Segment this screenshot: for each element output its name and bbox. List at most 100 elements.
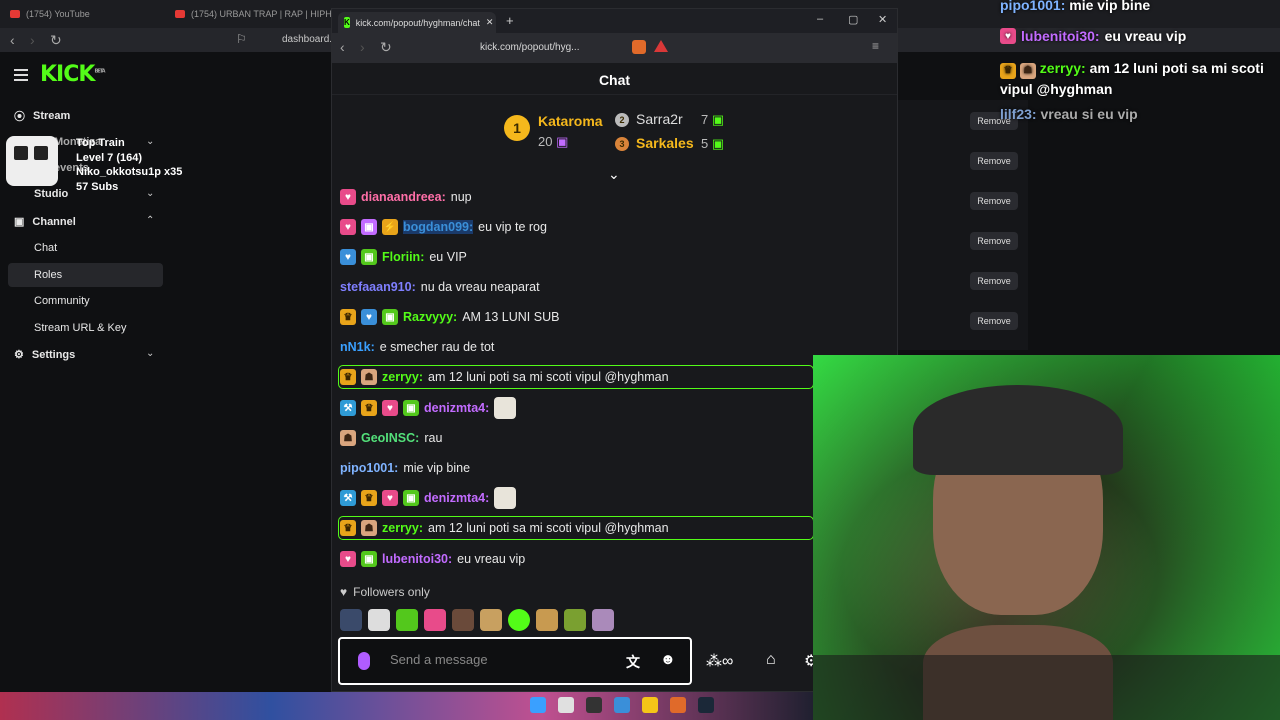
folder-icon[interactable] <box>642 697 658 713</box>
forward-icon[interactable]: › <box>30 32 35 48</box>
overlay-chat-line: lilf23: vreau si eu vip <box>1000 106 1138 122</box>
sidebar-item-studio[interactable]: Studio <box>34 188 68 200</box>
sidebar-item-stream-url-key[interactable]: Stream URL & Key <box>34 322 127 334</box>
emote-icon[interactable] <box>368 609 390 631</box>
minimize-icon[interactable]: – <box>817 13 823 25</box>
emote-icon[interactable] <box>424 609 446 631</box>
remove-button[interactable]: Remove <box>970 192 1018 210</box>
points-icon[interactable]: ⁂∞ <box>706 651 733 671</box>
youtube-tab-2[interactable]: (1754) URBAN TRAP | RAP | HIPH <box>175 4 332 24</box>
leaderboard-name[interactable]: Sarkales <box>636 135 694 151</box>
leaderboard-count: 7 ▣ <box>701 112 725 127</box>
menu-icon[interactable]: ≡ <box>872 39 879 53</box>
crown-badge-icon: ♛ <box>340 369 356 385</box>
brave-rewards-icon[interactable] <box>654 40 668 52</box>
crown-badge-icon: ♛ <box>361 490 377 506</box>
sub-badge-icon: ♥ <box>340 189 356 205</box>
collapse-leaderboard-icon[interactable]: ⌄ <box>608 166 620 183</box>
sub-badge-icon: ♥ <box>340 219 356 235</box>
forward-icon[interactable]: › <box>360 39 365 55</box>
message-input[interactable]: Send a message 文 ☻ <box>338 637 692 685</box>
brave-shield-icon[interactable] <box>632 40 646 54</box>
emote-icon[interactable] <box>452 609 474 631</box>
leaderboard-count: 5 ▣ <box>701 136 725 151</box>
chevron-up-icon[interactable]: ⌃ <box>146 215 154 226</box>
popout-url[interactable]: kick.com/popout/hyg... <box>480 42 580 53</box>
chat-message-highlighted: ♛ ☗ zerryy: am 12 luni poti sa mi scoti vip… <box>340 364 669 390</box>
bronze-medal-icon: 3 <box>615 137 629 151</box>
cat-emote-icon <box>494 487 517 509</box>
sidebar-item-settings[interactable]: ⚙ Settings <box>14 348 75 362</box>
background-url[interactable]: dashboard.k <box>282 34 337 45</box>
remove-button[interactable]: Remove <box>970 152 1018 170</box>
bookmark-icon[interactable]: ⚐ <box>236 32 247 46</box>
overlay-chat-line: ♛ ☗ zerryy: am 12 luni poti sa mi scoti … <box>1000 60 1264 97</box>
train-icon <box>6 136 58 186</box>
remove-button[interactable]: Remove <box>970 272 1018 290</box>
hamburger-icon[interactable] <box>14 66 28 84</box>
gift-badge-icon: ▣ <box>361 249 377 265</box>
gift-badge-icon: ▣ <box>382 309 398 325</box>
sidebar-item-channel[interactable]: ▣ Channel <box>14 215 76 229</box>
emote-icon[interactable] <box>480 609 502 631</box>
close-window-icon[interactable]: ✕ <box>878 13 887 26</box>
translate-icon[interactable]: 文 <box>626 652 640 672</box>
youtube-icon <box>175 10 185 18</box>
og-badge-icon: ☗ <box>361 520 377 536</box>
mic-icon[interactable] <box>358 652 370 670</box>
steam-icon[interactable] <box>698 697 714 713</box>
sub-badge-icon: ♥ <box>340 249 356 265</box>
taskbar-app-icon[interactable] <box>614 697 630 713</box>
leaderboard-name[interactable]: Sarra2r <box>636 111 683 127</box>
tab-title: (1754) URBAN TRAP | RAP | HIPH <box>191 9 332 19</box>
new-tab-icon[interactable]: + <box>506 13 514 28</box>
close-tab-icon[interactable]: ✕ <box>486 17 494 28</box>
popout-tab[interactable]: Kkick.com/popout/hyghman/chat ✕ <box>338 12 496 33</box>
back-icon[interactable]: ‹ <box>10 32 15 48</box>
emote-icon[interactable] <box>396 609 418 631</box>
sub-badge-icon: ♥ <box>382 490 398 506</box>
hype-train-title: Top Train <box>76 137 125 149</box>
reload-icon[interactable]: ↻ <box>380 39 392 56</box>
sidebar-item-chat[interactable]: Chat <box>34 242 57 254</box>
og-badge-icon: ☗ <box>340 430 356 446</box>
crown-badge-icon: ♛ <box>340 520 356 536</box>
taskbar-app-icon[interactable] <box>586 697 602 713</box>
stream-icon: ⦿ <box>14 111 25 123</box>
gift-badge-icon: ▣ <box>361 219 377 235</box>
leaderboard-name: Kataroma <box>538 113 603 129</box>
crown-badge-icon: ♛ <box>1000 63 1016 79</box>
emote-icon[interactable] <box>508 609 530 631</box>
store-icon[interactable]: ⌂ <box>766 651 776 669</box>
mod-badge-icon: ⚒ <box>340 400 356 416</box>
sidebar-item-community[interactable]: Community <box>34 295 90 307</box>
chat-message: ♥ ▣ Floriin: eu VIP <box>340 244 467 270</box>
taskbar-app-icon[interactable] <box>558 697 574 713</box>
followers-only-notice: ♥ Followers only <box>340 585 430 599</box>
kick-logo[interactable]: KICKBETA <box>40 62 106 87</box>
emote-icon[interactable] <box>564 609 586 631</box>
back-icon[interactable]: ‹ <box>340 39 345 55</box>
reload-icon[interactable]: ↻ <box>50 32 62 49</box>
remove-button[interactable]: Remove <box>970 312 1018 330</box>
chevron-down-icon[interactable]: ⌄ <box>146 348 154 359</box>
emote-icon[interactable] <box>340 609 362 631</box>
tab-title: (1754) YouTube <box>26 9 90 19</box>
crown-badge-icon: ♛ <box>340 309 356 325</box>
channel-icon: ▣ <box>14 216 25 228</box>
remove-button[interactable]: Remove <box>970 232 1018 250</box>
sidebar-item-roles[interactable]: Roles <box>34 269 62 281</box>
emoji-icon[interactable]: ☻ <box>660 651 676 668</box>
gear-icon: ⚙ <box>14 349 24 361</box>
start-icon[interactable] <box>530 697 546 713</box>
brave-icon[interactable] <box>670 697 686 713</box>
leaderboard-first[interactable]: 1 <box>504 115 530 141</box>
sub-badge-icon: ♥ <box>1000 28 1016 44</box>
overlay-chat-line: pipo1001: mie vip bine <box>1000 0 1151 13</box>
emote-icon[interactable] <box>536 609 558 631</box>
emote-icon[interactable] <box>592 609 614 631</box>
youtube-tab[interactable]: (1754) YouTube <box>10 4 90 24</box>
sidebar-item-stream[interactable]: ⦿ Stream <box>14 108 70 124</box>
maximize-icon[interactable]: ▢ <box>848 13 858 26</box>
gift-badge-icon: ▣ <box>403 490 419 506</box>
